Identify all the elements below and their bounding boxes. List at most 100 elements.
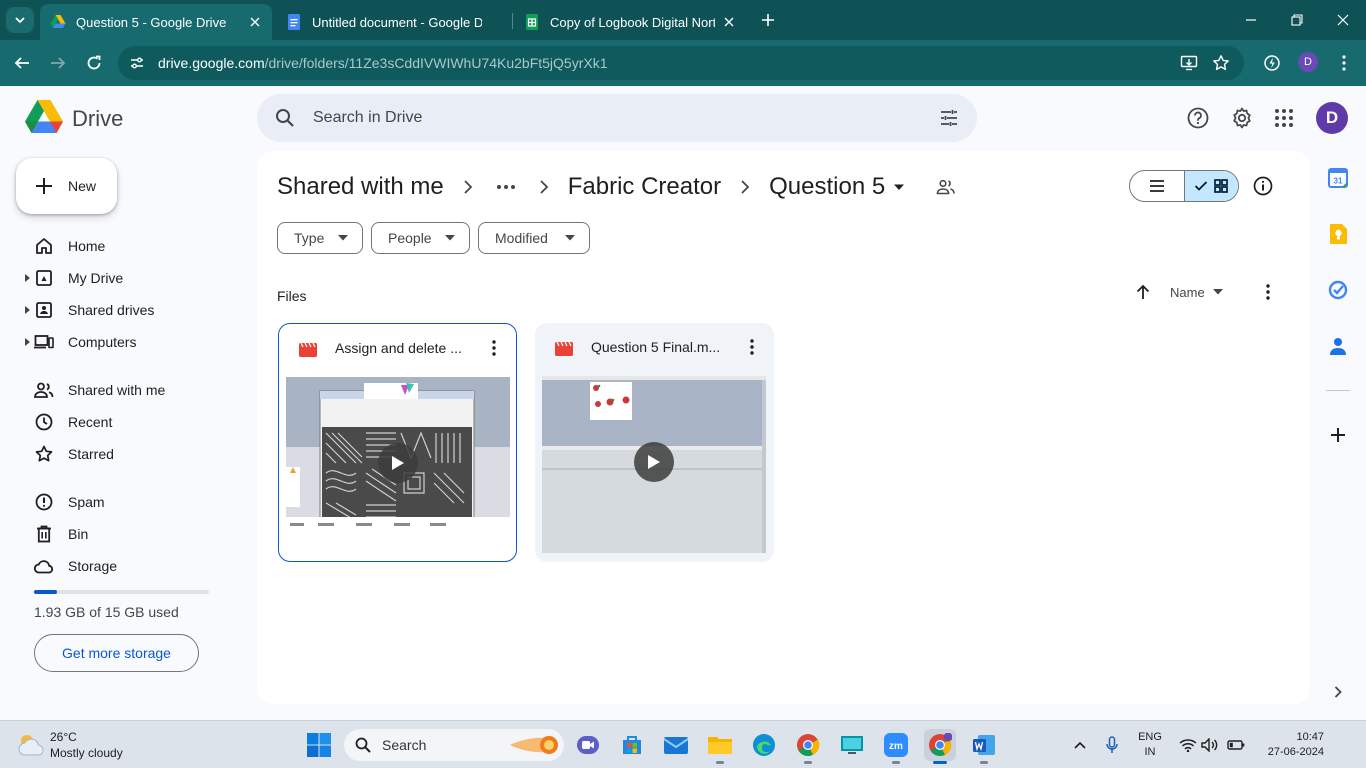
contacts-app-icon[interactable] <box>1327 335 1349 357</box>
sidebar-item-storage[interactable]: Storage <box>16 550 236 582</box>
sort-by-name-button[interactable]: Name <box>1170 282 1223 302</box>
expand-caret-icon[interactable] <box>24 338 30 346</box>
new-button[interactable]: New <box>16 158 117 214</box>
input-language-indicator[interactable]: ENG IN <box>1138 730 1162 760</box>
sidebar-item-recent[interactable]: Recent <box>16 406 236 438</box>
file-card[interactable]: Question 5 Final.m... <box>535 323 774 562</box>
play-button[interactable] <box>634 442 674 482</box>
reload-button[interactable] <box>81 50 107 76</box>
drive-logo[interactable] <box>25 100 63 134</box>
video-thumbnail[interactable] <box>286 377 510 554</box>
more-options-icon[interactable] <box>1256 280 1280 304</box>
sidebar-item-spam[interactable]: Spam <box>16 486 236 518</box>
sort-direction-arrow-icon[interactable] <box>1131 280 1155 304</box>
restore-button[interactable] <box>1274 6 1320 34</box>
breadcrumb-shared-with-me[interactable]: Shared with me <box>277 173 444 201</box>
weather-temperature[interactable]: 26°C <box>50 730 77 744</box>
taskbar-app-desktop[interactable] <box>836 729 868 761</box>
tab-drive[interactable]: Question 5 - Google Drive <box>40 4 272 40</box>
browser-menu-icon[interactable] <box>1332 51 1356 75</box>
settings-gear-icon[interactable] <box>1229 105 1255 131</box>
tab-docs[interactable]: Untitled document - Google Do <box>276 4 508 40</box>
sidebar-item-label: Shared with me <box>68 382 166 398</box>
sidebar-item-my-drive[interactable]: My Drive <box>16 262 236 294</box>
sidebar-item-starred[interactable]: Starred <box>16 438 236 470</box>
help-icon[interactable] <box>1185 105 1211 131</box>
taskbar-app-mail[interactable] <box>660 729 692 761</box>
file-card[interactable]: Assign and delete ... <box>278 323 517 562</box>
close-tab-icon[interactable] <box>721 13 738 31</box>
video-thumbnail[interactable] <box>542 376 766 553</box>
get-addons-plus-icon[interactable] <box>1327 424 1349 446</box>
weather-description[interactable]: Mostly cloudy <box>50 746 123 760</box>
taskbar-app-chrome-profile[interactable] <box>792 729 824 764</box>
search-options-icon[interactable] <box>937 106 961 130</box>
back-button[interactable] <box>9 50 35 76</box>
wifi-icon[interactable] <box>1178 735 1198 755</box>
breadcrumb-current-folder[interactable]: Question 5 <box>769 173 885 201</box>
install-app-icon[interactable] <box>1178 52 1200 74</box>
plus-icon <box>32 174 56 198</box>
search-input[interactable] <box>313 109 893 127</box>
close-tab-icon[interactable] <box>247 13 264 31</box>
list-view-button[interactable] <box>1130 171 1184 201</box>
sidebar-item-computers[interactable]: Computers <box>16 326 236 358</box>
play-button[interactable] <box>378 443 418 483</box>
account-avatar[interactable]: D <box>1316 102 1348 134</box>
performance-icon[interactable] <box>1260 51 1284 75</box>
show-hidden-icons-chevron-icon[interactable] <box>1070 735 1090 755</box>
sidebar-item-home[interactable]: Home <box>16 230 236 262</box>
sidebar-item-shared-with-me[interactable]: Shared with me <box>16 374 236 406</box>
address-bar[interactable]: drive.google.com/drive/folders/11Ze3sCdd… <box>118 46 1244 80</box>
site-info-icon[interactable] <box>126 52 148 74</box>
volume-icon[interactable] <box>1200 735 1220 755</box>
windows-start-icon[interactable] <box>306 732 332 758</box>
taskbar-app-store[interactable] <box>616 729 648 761</box>
file-more-options-icon[interactable] <box>482 336 506 360</box>
calendar-app-icon[interactable]: 31 <box>1327 167 1349 189</box>
keep-app-icon[interactable] <box>1327 223 1349 245</box>
sidebar-item-bin[interactable]: Bin <box>16 518 236 550</box>
folder-menu-arrow-icon[interactable] <box>889 177 909 197</box>
taskbar-app-chrome-active[interactable] <box>924 729 956 764</box>
expand-caret-icon[interactable] <box>24 306 30 314</box>
search-icon[interactable] <box>273 106 297 130</box>
filter-modified-chip[interactable]: Modified <box>478 222 590 254</box>
microphone-icon[interactable] <box>1102 735 1122 755</box>
computers-icon <box>34 332 54 352</box>
grid-view-button[interactable] <box>1183 171 1238 201</box>
taskbar-search-box[interactable]: Search <box>344 729 564 761</box>
shared-folder-icon[interactable] <box>935 176 957 198</box>
drive-search-bar[interactable] <box>257 94 977 142</box>
weather-cloud-icon[interactable] <box>16 733 46 757</box>
filter-people-chip[interactable]: People <box>371 222 470 254</box>
tab-search-button[interactable] <box>6 7 34 33</box>
expand-caret-icon[interactable] <box>24 274 30 282</box>
taskbar-app-file-explorer[interactable] <box>704 729 736 764</box>
bookmark-star-icon[interactable] <box>1210 52 1232 74</box>
breadcrumb-more-icon[interactable] <box>492 175 520 199</box>
info-icon[interactable] <box>1252 175 1274 197</box>
file-more-options-icon[interactable] <box>740 335 764 359</box>
taskbar-app-word[interactable] <box>968 729 1000 764</box>
drive-brand-name[interactable]: Drive <box>72 106 123 132</box>
filter-type-chip[interactable]: Type <box>277 222 363 254</box>
forward-button[interactable] <box>45 50 71 76</box>
apps-grid-icon[interactable] <box>1271 105 1297 131</box>
breadcrumb-fabric-creator[interactable]: Fabric Creator <box>568 173 721 201</box>
taskbar-app-meet[interactable] <box>572 729 604 761</box>
tasks-app-icon[interactable] <box>1327 279 1349 301</box>
new-tab-button[interactable] <box>756 8 780 32</box>
side-panel-divider <box>1326 390 1350 391</box>
tab-sheets[interactable]: Copy of Logbook Digital North <box>514 4 746 40</box>
sidebar-item-shared-drives[interactable]: Shared drives <box>16 294 236 326</box>
show-side-panel-chevron-icon[interactable] <box>1327 681 1349 703</box>
battery-icon[interactable] <box>1226 735 1246 755</box>
close-window-button[interactable] <box>1320 6 1366 34</box>
get-more-storage-button[interactable]: Get more storage <box>34 634 199 672</box>
browser-profile-avatar[interactable]: D <box>1298 52 1318 72</box>
taskbar-app-edge[interactable] <box>748 729 780 761</box>
minimize-button[interactable] <box>1228 6 1274 34</box>
taskbar-clock[interactable]: 10:47 27-06-2024 <box>1252 730 1324 760</box>
taskbar-app-zoom[interactable]: zm <box>880 729 912 764</box>
